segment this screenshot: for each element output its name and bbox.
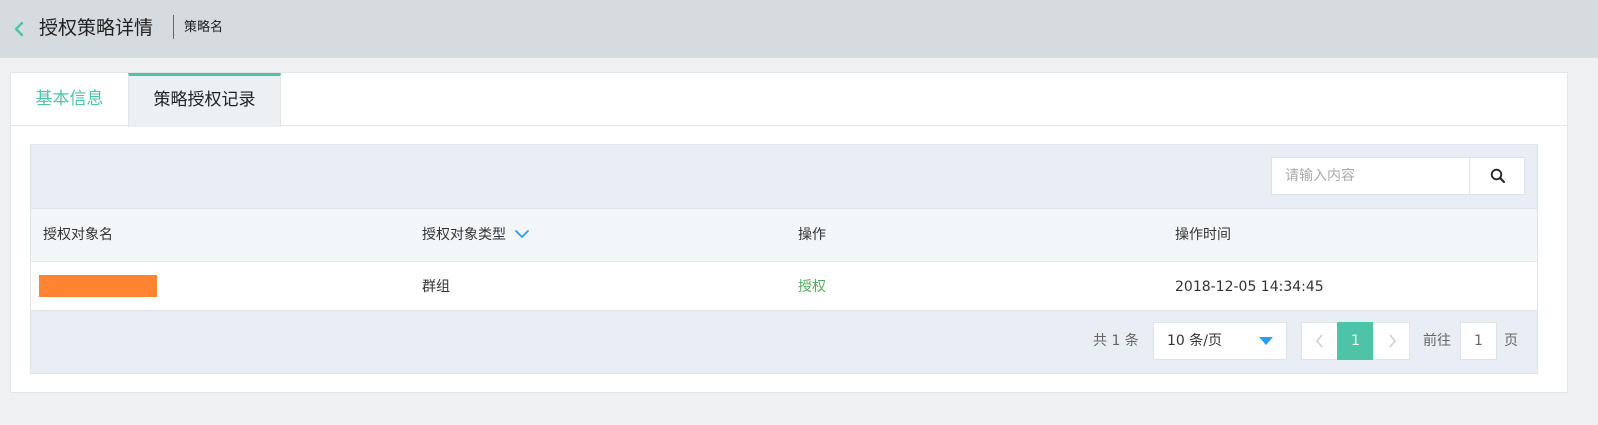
column-header-name: 授权对象名	[43, 227, 113, 243]
search-input[interactable]	[1272, 158, 1469, 194]
column-header-action: 操作	[798, 227, 826, 243]
next-page-button[interactable]	[1373, 322, 1410, 360]
page-size-select[interactable]: 10 条/页	[1153, 322, 1287, 360]
page-header: 授权策略详情 策略名	[0, 0, 1598, 58]
page-number-current[interactable]: 1	[1337, 322, 1374, 360]
chevron-left-icon	[1315, 334, 1323, 348]
goto-suffix: 页	[1504, 333, 1518, 349]
search-button[interactable]	[1469, 158, 1525, 194]
goto-label: 前往	[1423, 333, 1451, 349]
column-header-time: 操作时间	[1175, 227, 1231, 243]
title-divider	[173, 15, 174, 39]
tab-bar: 基本信息 策略授权记录	[11, 73, 1567, 127]
chevron-down-icon[interactable]	[514, 229, 530, 239]
page-size-label: 10 条/页	[1167, 333, 1222, 349]
page-title: 授权策略详情	[39, 17, 154, 39]
records-panel: 授权对象名 授权对象类型 操作 操作时间 群组 授权 2018-12-05 14…	[30, 144, 1538, 374]
search-box	[1271, 157, 1525, 195]
chevron-left-icon	[14, 21, 24, 37]
pagination-total: 共 1 条	[1093, 333, 1139, 349]
chevron-right-icon	[1388, 334, 1396, 348]
goto-page-input[interactable]: 1	[1460, 322, 1497, 360]
detail-card: 基本信息 策略授权记录 授权对象名 授权对象类型 操作 操作时间	[10, 72, 1568, 393]
policy-name: 策略名	[184, 20, 224, 35]
column-header-type-label: 授权对象类型	[422, 227, 506, 243]
prev-page-button[interactable]	[1301, 322, 1338, 360]
cell-action-link[interactable]: 授权	[798, 262, 826, 312]
tab-auth-records[interactable]: 策略授权记录	[128, 73, 281, 127]
column-header-type[interactable]: 授权对象类型	[422, 209, 530, 261]
cell-time: 2018-12-05 14:34:45	[1175, 279, 1324, 295]
caret-down-icon	[1259, 337, 1273, 345]
cell-type: 群组	[422, 279, 450, 295]
table-header: 授权对象名 授权对象类型 操作 操作时间	[31, 208, 1537, 261]
redacted-name-cell	[39, 275, 157, 297]
back-button[interactable]	[12, 20, 26, 38]
search-icon	[1490, 168, 1505, 183]
table-row: 群组 授权 2018-12-05 14:34:45	[31, 261, 1537, 311]
tab-basic-info[interactable]: 基本信息	[11, 73, 128, 126]
